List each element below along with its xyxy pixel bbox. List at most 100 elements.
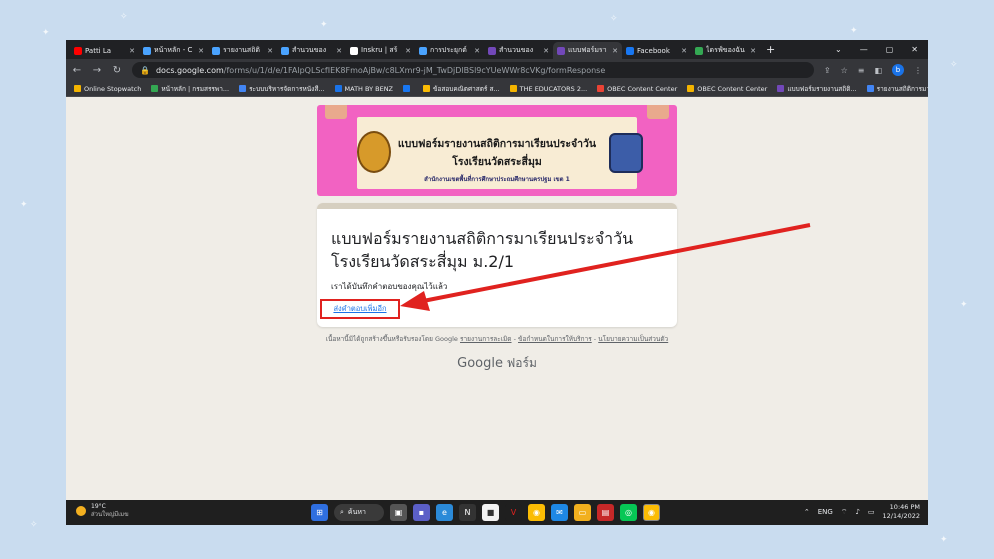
browser-window: Patti La ✕ หน้าหลัก - C ✕ รายงานสถิติ ✕ สำนวนข… — [66, 40, 928, 525]
tab-label: รายงานสถิติ — [223, 46, 260, 54]
lock-icon: 🔒 — [140, 65, 150, 75]
maximize-button[interactable]: ▢ — [886, 45, 894, 54]
chrome-icon[interactable]: ◉ — [528, 504, 545, 521]
bookmark-item[interactable] — [403, 85, 413, 92]
tab-label: ไดรฟ์ของฉัน — [706, 46, 745, 54]
submit-another-link[interactable]: ส่งคำตอบเพิ่มอีก — [320, 299, 400, 319]
drive-icon — [695, 46, 703, 55]
browser-tab[interactable]: Facebook ✕ — [622, 42, 691, 59]
close-tab-icon[interactable]: ✕ — [336, 47, 342, 55]
browser-tab[interactable]: สำนวนของ ✕ — [484, 42, 553, 59]
taskbar-apps: ⊞ ⌕ ค้นหา ▣ ▪ e N ■ V ◉ ✉ ▭ ▤ ◎ ◉ — [311, 504, 660, 521]
bookmark-item[interactable]: Online Stopwatch — [74, 85, 141, 93]
snowflake-icon: ✧ — [950, 60, 958, 70]
browser-tab[interactable]: ไดรฟ์ของฉัน ✕ — [691, 42, 760, 59]
minimize-button[interactable]: — — [860, 45, 868, 54]
snowflake-icon: ✦ — [320, 20, 328, 30]
banner-title: แบบฟอร์มรายงานสถิติการมาเรียนประจำวัน — [397, 138, 597, 150]
wifi-icon[interactable]: ⌔ — [841, 508, 848, 517]
form-title: แบบฟอร์มรายงานสถิติการมาเรียนประจำวัน โร… — [331, 227, 661, 273]
close-tab-icon[interactable]: ✕ — [474, 47, 480, 55]
bookmark-label: MATH BY BENZ — [344, 84, 394, 93]
close-window-button[interactable]: ✕ — [911, 45, 918, 54]
browser-tab[interactable]: แบบฟอร์มรา ✕ — [553, 42, 622, 59]
chevron-up-icon[interactable]: ⌃ — [804, 508, 810, 516]
edge-icon — [419, 46, 427, 55]
vivaldi-icon[interactable]: V — [505, 504, 522, 521]
snowflake-icon: ✧ — [610, 14, 618, 24]
tab-label: Patti La — [85, 46, 112, 55]
file-explorer-icon[interactable]: ▭ — [574, 504, 591, 521]
system-tray: ⌃ ENG ⌔ ♪ ▭ 10:46 PM 12/14/2022 — [804, 503, 920, 521]
bookmark-item[interactable]: ระบบบริหารจัดการหนังสื... — [239, 84, 325, 94]
reload-button[interactable]: ↻ — [112, 65, 122, 76]
share-icon[interactable]: ⇪ — [824, 66, 831, 75]
browser-tab[interactable]: สำนวนของ ✕ — [277, 42, 346, 59]
browser-tab[interactable]: Patti La ✕ — [70, 42, 139, 59]
browser-tab[interactable]: Inskru | สร้ ✕ — [346, 42, 415, 59]
teams-icon[interactable]: ▪ — [413, 504, 430, 521]
close-tab-icon[interactable]: ✕ — [612, 47, 618, 55]
bookmark-item[interactable]: MATH BY BENZ — [334, 84, 394, 93]
bookmarks-bar: Online Stopwatch หน้าหลัก | กรมสรรพา... ระ… — [66, 81, 928, 97]
profile-avatar[interactable]: b — [892, 64, 904, 76]
obec-emblem-icon — [609, 133, 643, 173]
close-tab-icon[interactable]: ✕ — [681, 47, 687, 55]
terms-link[interactable]: ข้อกำหนดในการให้บริการ — [518, 335, 592, 343]
bookmark-item[interactable]: THE EDUCATORS 2... — [509, 85, 587, 93]
windows-start-icon[interactable]: ⊞ — [311, 504, 328, 521]
browser-tab[interactable]: การประยุกต์ ✕ — [415, 42, 484, 59]
report-abuse-link[interactable]: รายงานการละเมิด — [460, 335, 512, 343]
form-response-card: แบบฟอร์มรายงานสถิติการมาเรียนประจำวัน โร… — [317, 203, 677, 327]
bookmark-item[interactable]: รายงานสถิติการมาเรีย... — [866, 84, 928, 94]
app-icon[interactable]: ▤ — [597, 504, 614, 521]
task-view-icon[interactable]: ▣ — [390, 504, 407, 521]
clock[interactable]: 10:46 PM 12/14/2022 — [883, 503, 920, 521]
form-title-line2: โรงเรียนวัดสระสี่มุม ม.2/1 — [331, 252, 515, 271]
forward-button[interactable]: → — [92, 65, 102, 76]
back-button[interactable]: ← — [72, 65, 82, 76]
close-tab-icon[interactable]: ✕ — [129, 47, 135, 55]
weather-widget[interactable]: 19°C ส่วนใหญ่มีเมฆ — [76, 503, 129, 519]
youtube-icon — [74, 46, 82, 55]
chrome-active-icon[interactable]: ◉ — [643, 504, 660, 521]
url-input[interactable]: 🔒 docs.google.com/forms/u/1/d/e/1FAlpQLS… — [132, 62, 814, 78]
close-tab-icon[interactable]: ✕ — [543, 47, 549, 55]
bookmark-star-icon[interactable]: ☆ — [841, 66, 848, 75]
edge-icon[interactable]: e — [436, 504, 453, 521]
office-icon[interactable]: ■ — [482, 504, 499, 521]
mail-icon[interactable]: ✉ — [551, 504, 568, 521]
bookmark-item[interactable]: ข้อสอบคณิตศาสตร์ ส... — [423, 84, 500, 94]
reading-list-icon[interactable]: ≡ — [858, 66, 865, 75]
banner-school: โรงเรียนวัดสระสี่มุม — [452, 156, 542, 168]
taskbar-search[interactable]: ⌕ ค้นหา — [334, 504, 384, 521]
privacy-link[interactable]: นโยบายความเป็นส่วนตัว — [598, 335, 668, 343]
side-panel-icon[interactable]: ◧ — [874, 66, 882, 75]
bookmark-item[interactable]: OBEC Content Center — [687, 85, 767, 93]
bookmark-label: แบบฟอร์มรายงานสถิติ... — [787, 84, 857, 93]
google-forms-logo[interactable]: Google ฟอร์ม — [317, 354, 677, 373]
menu-icon[interactable]: ⋮ — [914, 66, 922, 75]
new-tab-button[interactable]: + — [766, 43, 775, 56]
tab-search-icon[interactable]: ⌄ — [835, 45, 842, 54]
notion-icon[interactable]: N — [459, 504, 476, 521]
close-tab-icon[interactable]: ✕ — [405, 47, 411, 55]
snowflake-icon: ✦ — [42, 28, 50, 38]
form-header-banner: แบบฟอร์มรายงานสถิติการมาเรียนประจำวัน โร… — [317, 105, 677, 196]
bookmark-item[interactable]: OBEC Content Center — [597, 85, 677, 93]
edge-icon — [143, 46, 151, 55]
bookmark-item[interactable]: หน้าหลัก | กรมสรรพา... — [151, 84, 229, 94]
language-indicator[interactable]: ENG — [818, 508, 833, 516]
browser-tab[interactable]: รายงานสถิติ ✕ — [208, 42, 277, 59]
bookmark-favicon-icon — [403, 85, 411, 92]
close-tab-icon[interactable]: ✕ — [750, 47, 756, 55]
school-emblem-icon — [357, 131, 391, 173]
browser-tab[interactable]: หน้าหลัก - C ✕ — [139, 42, 208, 59]
battery-icon[interactable]: ▭ — [868, 508, 875, 516]
line-icon[interactable]: ◎ — [620, 504, 637, 521]
bookmark-item[interactable]: แบบฟอร์มรายงานสถิติ... — [777, 84, 857, 94]
disclaimer-text: เนื้อหานี้มิได้ถูกสร้างขึ้นหรือรับรองโดย… — [325, 335, 458, 343]
volume-icon[interactable]: ♪ — [855, 508, 859, 516]
close-tab-icon[interactable]: ✕ — [198, 47, 204, 55]
close-tab-icon[interactable]: ✕ — [267, 47, 273, 55]
